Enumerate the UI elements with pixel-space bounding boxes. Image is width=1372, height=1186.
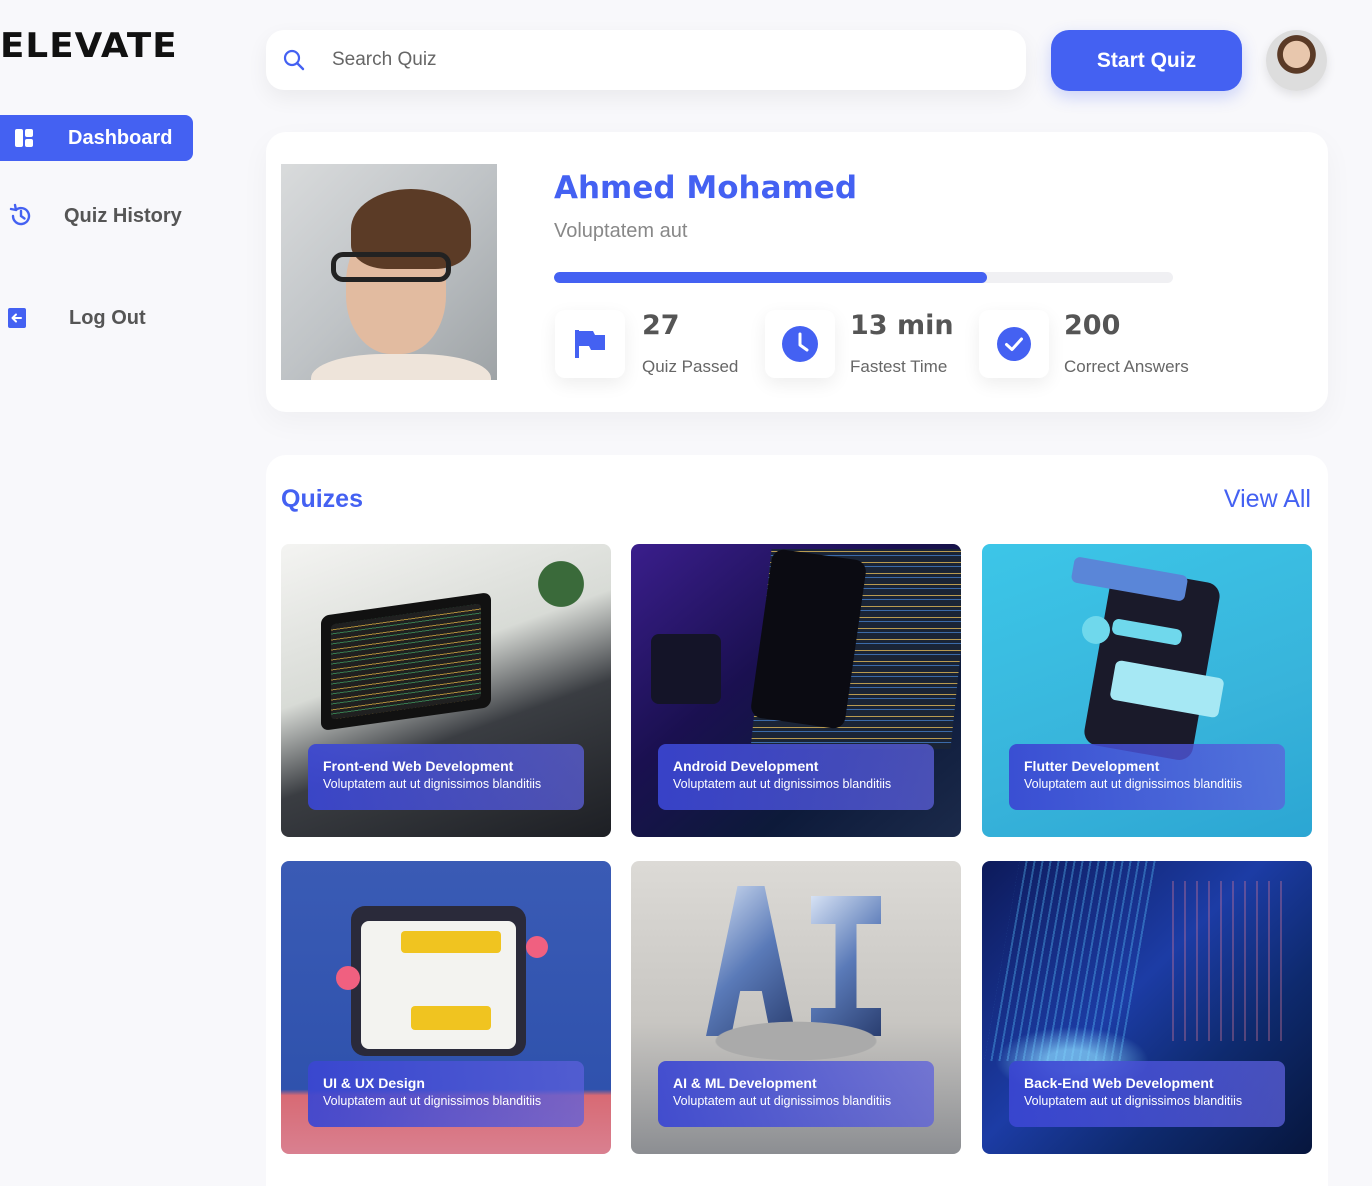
quiz-card-description: Voluptatem aut ut dignissimos blanditiis [673, 777, 892, 791]
quizzes-panel: Quizes View All Front-end Web Developmen… [266, 455, 1328, 1186]
sidebar-item-log-out[interactable]: Log Out [0, 295, 146, 341]
quizzes-title: Quizes [281, 485, 363, 513]
sidebar-item-label: Log Out [69, 306, 146, 329]
quiz-card-description: Voluptatem aut ut dignissimos blanditiis [1024, 1094, 1243, 1108]
quiz-card-title: AI & ML Development [673, 1075, 817, 1091]
view-all-link[interactable]: View All [1224, 485, 1311, 514]
history-icon [9, 203, 31, 226]
flag-icon [575, 330, 605, 358]
stat-fastest-time-label: Fastest Time [850, 357, 948, 376]
quiz-card-title: Flutter Development [1024, 758, 1160, 774]
quiz-card-backend[interactable]: Back-End Web Development Voluptatem aut … [982, 861, 1312, 1154]
quiz-card-frontend[interactable]: Front-end Web Development Voluptatem aut… [281, 544, 611, 837]
quiz-card-description: Voluptatem aut ut dignissimos blanditiis [673, 1094, 892, 1108]
app-logo: ELEVATE [0, 26, 178, 66]
sidebar-item-dashboard[interactable]: Dashboard [0, 115, 193, 161]
stat-correct-answers-icon-box [979, 310, 1049, 378]
quiz-card-ai-ml[interactable]: AI & ML Development Voluptatem aut ut di… [631, 861, 961, 1154]
sidebar-item-label: Quiz History [64, 204, 182, 227]
quiz-card-title: Back-End Web Development [1024, 1075, 1214, 1091]
search-input[interactable] [332, 49, 992, 71]
profile-photo [281, 164, 497, 380]
sidebar-item-quiz-history[interactable]: Quiz History [0, 193, 182, 239]
logout-icon [8, 308, 26, 328]
stat-fastest-time-value: 13 min [850, 310, 954, 341]
quiz-card-title: Front-end Web Development [323, 758, 514, 774]
quiz-card-uiux[interactable]: UI & UX Design Voluptatem aut ut digniss… [281, 861, 611, 1154]
quiz-card-flutter[interactable]: Flutter Development Voluptatem aut ut di… [982, 544, 1312, 837]
quiz-card-title: Android Development [673, 758, 819, 774]
quiz-card-android[interactable]: Android Development Voluptatem aut ut di… [631, 544, 961, 837]
stat-correct-answers-label: Correct Answers [1064, 357, 1189, 376]
quiz-card-description: Voluptatem aut ut dignissimos blanditiis [323, 777, 542, 791]
search-bar [266, 30, 1026, 90]
quiz-card-overlay: AI & ML Development Voluptatem aut ut di… [658, 1061, 934, 1127]
stat-fastest-time-icon-box [765, 310, 835, 378]
quiz-card-description: Voluptatem aut ut dignissimos blanditiis [1024, 777, 1243, 791]
search-icon [283, 49, 305, 71]
check-circle-icon [997, 327, 1031, 361]
quiz-card-overlay: Back-End Web Development Voluptatem aut … [1009, 1061, 1285, 1127]
profile-name: Ahmed Mohamed [554, 170, 858, 206]
sidebar-item-label: Dashboard [68, 126, 173, 149]
quiz-card-overlay: UI & UX Design Voluptatem aut ut digniss… [308, 1061, 584, 1127]
dashboard-icon [15, 129, 33, 147]
profile-subtitle: Voluptatem aut [554, 220, 688, 242]
stat-correct-answers-value: 200 [1064, 310, 1121, 341]
progress-fill [554, 272, 988, 283]
progress-bar [554, 272, 1173, 283]
quiz-card-description: Voluptatem aut ut dignissimos blanditiis [323, 1094, 542, 1108]
quiz-card-overlay: Flutter Development Voluptatem aut ut di… [1009, 744, 1285, 810]
profile-card: Ahmed Mohamed Voluptatem aut 27 Quiz Pas… [266, 132, 1328, 412]
stat-quiz-passed-label: Quiz Passed [642, 357, 739, 376]
quiz-card-overlay: Front-end Web Development Voluptatem aut… [308, 744, 584, 810]
clock-icon [782, 326, 818, 362]
stat-quiz-passed-icon-box [555, 310, 625, 378]
start-quiz-button[interactable]: Start Quiz [1051, 30, 1242, 91]
quiz-card-title: UI & UX Design [323, 1075, 425, 1091]
quiz-card-overlay: Android Development Voluptatem aut ut di… [658, 744, 934, 810]
avatar[interactable] [1266, 30, 1327, 91]
stat-quiz-passed-value: 27 [642, 310, 680, 341]
